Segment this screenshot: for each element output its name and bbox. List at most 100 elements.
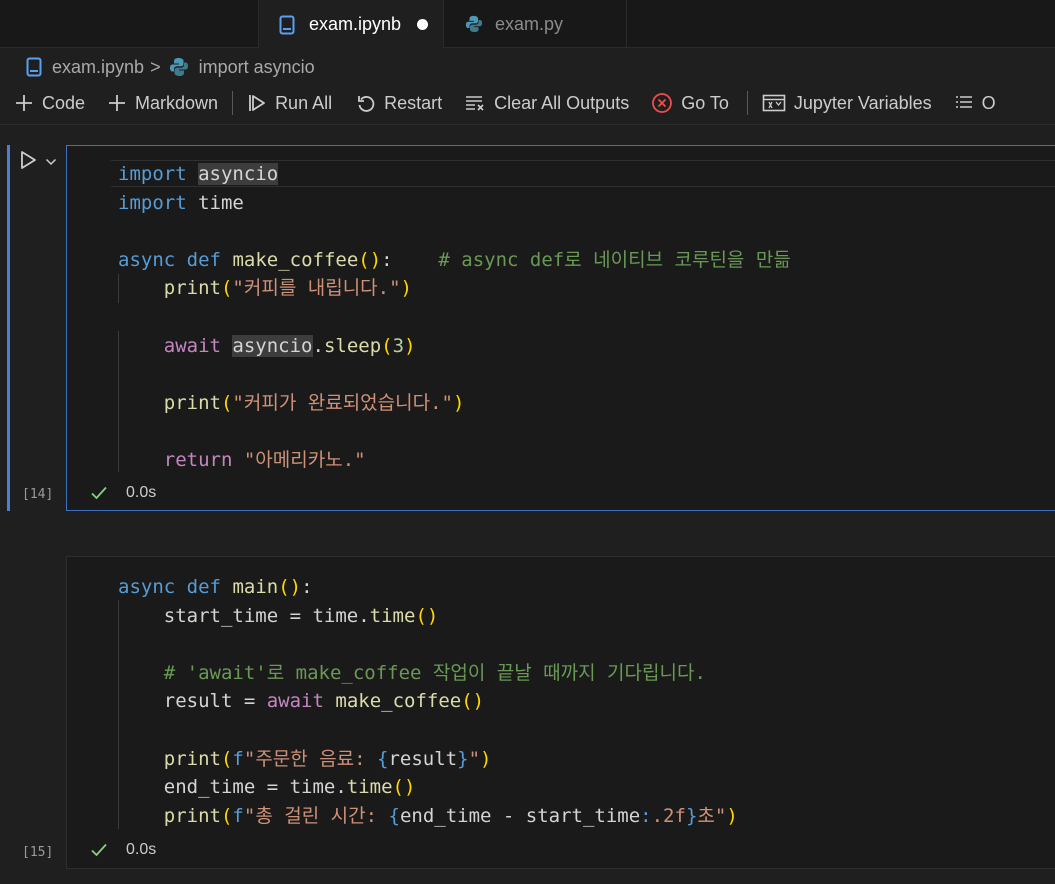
code-token: time [346, 776, 393, 799]
code-token: print [163, 747, 221, 770]
code-token: sleep [323, 334, 382, 357]
code-token: f [232, 747, 244, 770]
check-icon [90, 842, 108, 858]
notebook-icon [26, 57, 42, 77]
cell-status: 0.0s [90, 841, 156, 859]
notebook-toolbar: Code Markdown Run All Restart Clear All … [0, 86, 1055, 120]
code-token: await [266, 690, 324, 713]
code-token: time [186, 191, 244, 214]
breadcrumb-symbol[interactable]: import asyncio [199, 57, 315, 78]
code-token: "주문한 음료: [243, 747, 378, 770]
go-to-button[interactable]: Go To [651, 92, 729, 114]
tab-exam-py[interactable]: exam.py [445, 0, 627, 48]
code-token: ( [220, 277, 233, 300]
code-token: { [388, 804, 400, 827]
breadcrumb-separator: > [150, 56, 161, 77]
toolbar-separator [746, 91, 748, 115]
plus-icon [107, 93, 127, 113]
code-token: result [388, 747, 458, 770]
code-label: Code [42, 92, 86, 113]
check-icon [90, 485, 108, 501]
code-line: await asyncio.sleep(3) [118, 332, 791, 361]
code-token: start_time = time. [118, 604, 370, 627]
breadcrumb: exam.ipynb > import asyncio [0, 52, 315, 82]
code-token: " [468, 747, 481, 770]
code-line: # 'await'로 make_coffee 작업이 끝날 때까지 기다립니다. [118, 659, 738, 688]
code-token: asyncio [198, 163, 279, 185]
code-token: make_coffee [335, 690, 462, 713]
cell-status: 0.0s [90, 484, 156, 502]
code-token: : [381, 248, 439, 271]
code-token: make_coffee [232, 248, 359, 271]
tab-label: exam.py [495, 13, 564, 34]
code-token: print [163, 391, 221, 414]
code-token: "아메리카노." [243, 448, 366, 471]
code-token: "커피를 내립니다." [232, 277, 401, 300]
add-markdown-cell-button[interactable]: Markdown [107, 93, 218, 114]
chevron-down-icon[interactable] [45, 154, 57, 172]
code-token: ( [220, 391, 233, 414]
code-token: ) [726, 804, 738, 827]
code-token: "커피가 완료되었습니다." [232, 391, 453, 414]
code-token: async [118, 576, 176, 598]
add-code-cell-button[interactable]: Code [14, 93, 85, 114]
outline-button[interactable]: O [954, 93, 996, 114]
code-token: end_time - start_time [399, 804, 641, 827]
breadcrumb-file[interactable]: exam.ipynb [52, 57, 144, 78]
code-token: # 'await'로 make_coffee 작업이 끝날 때까지 기다립니다. [163, 661, 706, 684]
python-icon [169, 57, 189, 77]
code-cell[interactable]: async def main(): start_time = time.time… [66, 556, 1055, 869]
run-cell-button[interactable] [17, 149, 57, 176]
code-token: () [278, 576, 302, 598]
code-token: : [640, 804, 652, 827]
code-token: async [118, 248, 176, 271]
code-token: f [232, 804, 244, 827]
code-token: print [163, 277, 221, 300]
code-editor[interactable]: async def main(): start_time = time.time… [118, 573, 738, 830]
execution-count: [14] [22, 487, 54, 502]
restart-label: Restart [384, 92, 443, 113]
tab-exam-ipynb[interactable]: exam.ipynb [258, 0, 444, 49]
go-to-label: Go To [681, 92, 729, 113]
code-token: ( [220, 804, 233, 827]
clear-all-outputs-button[interactable]: Clear All Outputs [464, 93, 629, 114]
run-all-label: Run All [275, 92, 333, 113]
unsaved-dot-icon[interactable] [417, 19, 429, 30]
error-circle-icon [651, 92, 673, 114]
code-line: print(f"총 걸린 시간: {end_time - start_time:… [118, 802, 738, 831]
code-token: print [163, 804, 221, 827]
code-cell[interactable]: import asyncio import time async def make_… [66, 145, 1055, 511]
restart-button[interactable]: Restart [356, 93, 442, 114]
code-line: end_time = time.time() [118, 773, 738, 802]
code-line: print(f"주문한 음료: {result}") [118, 745, 738, 774]
code-token: ( [220, 747, 233, 770]
code-token: import [118, 163, 187, 185]
code-token: . [312, 334, 324, 357]
jupyter-variables-label: Jupyter Variables [793, 92, 932, 113]
run-all-icon [247, 93, 267, 113]
variables-icon [762, 93, 786, 113]
run-all-button[interactable]: Run All [247, 93, 332, 114]
code-token: def [186, 576, 221, 598]
code-token: { [377, 747, 389, 770]
code-editor[interactable]: import asyncio import time async def make_… [118, 160, 791, 475]
jupyter-variables-button[interactable]: Jupyter Variables [762, 93, 932, 114]
code-token: def [186, 248, 221, 271]
code-token: time [369, 604, 416, 627]
tab-label: exam.ipynb [309, 14, 402, 34]
